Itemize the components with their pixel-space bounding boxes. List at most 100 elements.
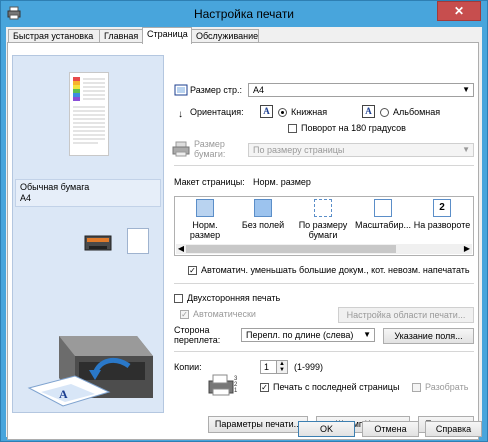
layout-item-label: Масштабир... bbox=[355, 220, 412, 230]
scroll-thumb[interactable] bbox=[186, 245, 396, 253]
page-layout-current: Норм. размер bbox=[253, 177, 311, 187]
paper-size-value: По размеру страницы bbox=[253, 145, 345, 155]
layout-scaled[interactable]: Масштабир... bbox=[355, 199, 411, 230]
page-setup-panel: Обычная бумага A4 A Размер стр.: A4 ▼ ↓ … bbox=[7, 42, 479, 440]
paper-size-text: A4 bbox=[20, 193, 32, 203]
binding-label-line1: Сторона bbox=[174, 325, 210, 335]
preview-pane: Обычная бумага A4 A bbox=[12, 55, 164, 413]
print-settings-window: Настройка печати ✕ Быстрая установка Гла… bbox=[0, 0, 488, 442]
page-layout-label: Макет страницы: bbox=[174, 177, 245, 187]
duplex-auto-checkbox[interactable]: ✓ bbox=[180, 310, 189, 319]
tab-strip: Быстрая установка Главная Страница Обслу… bbox=[6, 27, 482, 44]
layout-item-label: Без полей bbox=[241, 220, 285, 230]
divider bbox=[174, 165, 474, 166]
page-size-label: Размер стр.: bbox=[190, 85, 243, 95]
duplex-checkbox[interactable] bbox=[174, 294, 183, 303]
layout-item-label: По размеру bbox=[298, 220, 348, 230]
window-title: Настройка печати bbox=[193, 7, 295, 21]
dialog-client: Быстрая установка Главная Страница Обслу… bbox=[6, 27, 482, 440]
binding-side-value: Перепл. по длине (слева) bbox=[246, 330, 354, 340]
chevron-down-icon: ▼ bbox=[462, 85, 470, 94]
paper-size-label: Размер бумаги: bbox=[194, 139, 225, 159]
two-pages-icon: 2 bbox=[433, 199, 451, 217]
duplex-auto-label[interactable]: Автоматически bbox=[193, 309, 256, 319]
layout-scrollbar[interactable]: ◀ ▶ bbox=[176, 244, 472, 254]
landscape-icon: A bbox=[362, 105, 375, 118]
binding-label-line2: переплета: bbox=[174, 335, 221, 345]
document-preview bbox=[69, 72, 109, 156]
divider bbox=[174, 351, 474, 352]
binding-side-label: Сторона переплета: bbox=[174, 325, 220, 345]
page-size-icon bbox=[174, 84, 188, 96]
printer-illustration: A bbox=[27, 336, 153, 407]
close-button[interactable]: ✕ bbox=[437, 1, 481, 21]
landscape-radio[interactable] bbox=[380, 108, 389, 117]
layout-normal-size[interactable]: Норм. размер bbox=[181, 199, 229, 240]
chevron-down-icon: ▼ bbox=[462, 145, 470, 154]
binding-side-select[interactable]: Перепл. по длине (слева) ▼ bbox=[241, 328, 375, 342]
duplex-label[interactable]: Двухсторонняя печать bbox=[187, 293, 280, 303]
layout-item-label: Норм. bbox=[192, 220, 218, 230]
cancel-button[interactable]: Отмена bbox=[362, 421, 419, 437]
layout-page-layout[interactable]: 2 На развороте bbox=[413, 199, 471, 230]
tab-main[interactable]: Главная bbox=[99, 29, 143, 43]
svg-text:A: A bbox=[59, 387, 68, 401]
copies-spinner[interactable]: 1 ▲ ▼ bbox=[260, 360, 288, 374]
paper-size-select[interactable]: По размеру страницы ▼ bbox=[248, 143, 474, 157]
portrait-icon: A bbox=[260, 105, 273, 118]
copies-stack-icon: 3 2 1 bbox=[208, 374, 238, 396]
ok-button[interactable]: OK bbox=[298, 421, 355, 437]
paper-type-text: Обычная бумага bbox=[20, 182, 90, 192]
portrait-radio[interactable] bbox=[278, 108, 287, 117]
layout-item-label: На развороте bbox=[413, 220, 471, 230]
print-options-button[interactable]: Параметры печати... bbox=[208, 416, 308, 433]
copies-value: 1 bbox=[264, 362, 270, 372]
collate-label[interactable]: Разобрать bbox=[425, 382, 468, 392]
scaled-icon bbox=[374, 199, 392, 217]
page-layout-list[interactable]: Норм. размер Без полей По размеру бумаги… bbox=[174, 196, 474, 256]
paper-info-box: Обычная бумага A4 bbox=[15, 179, 161, 207]
collate-checkbox[interactable] bbox=[412, 383, 421, 392]
svg-text:1: 1 bbox=[234, 388, 238, 394]
spin-down-icon[interactable]: ▼ bbox=[277, 367, 287, 373]
paper-size-printer-icon bbox=[172, 141, 190, 157]
normal-size-icon bbox=[196, 199, 214, 217]
scroll-right-icon[interactable]: ▶ bbox=[462, 244, 472, 254]
title-bar[interactable]: Настройка печати ✕ bbox=[1, 1, 487, 27]
preview-page-graphic bbox=[73, 77, 105, 144]
paper-size-label-line2: бумаги: bbox=[194, 149, 226, 159]
divider bbox=[174, 283, 474, 284]
last-page-first-checkbox[interactable]: ✓ bbox=[260, 383, 269, 392]
specify-margin-button[interactable]: Указание поля... bbox=[383, 328, 474, 344]
borderless-icon bbox=[254, 199, 272, 217]
copies-range: (1-999) bbox=[294, 362, 324, 372]
orientation-label: Ориентация: bbox=[190, 107, 244, 117]
layout-fit-to-paper[interactable]: По размеру бумаги bbox=[297, 199, 349, 240]
scroll-left-icon[interactable]: ◀ bbox=[176, 244, 186, 254]
page-size-value: A4 bbox=[253, 85, 265, 95]
layout-item-label: размер bbox=[189, 230, 221, 240]
last-page-first-label[interactable]: Печать с последней страницы bbox=[273, 382, 399, 392]
copies-label: Копии: bbox=[174, 362, 202, 372]
layout-borderless[interactable]: Без полей bbox=[239, 199, 287, 230]
portrait-label[interactable]: Книжная bbox=[291, 107, 327, 117]
chevron-down-icon: ▼ bbox=[363, 330, 371, 339]
page-size-select[interactable]: A4 ▼ bbox=[248, 83, 474, 97]
tab-page-setup[interactable]: Страница bbox=[142, 27, 192, 44]
landscape-label[interactable]: Альбомная bbox=[393, 107, 440, 117]
layout-item-label: бумаги bbox=[308, 230, 338, 240]
tab-quick-setup[interactable]: Быстрая установка bbox=[8, 29, 100, 43]
paper-size-label-line1: Размер bbox=[194, 139, 225, 149]
printer-small-icon bbox=[84, 235, 112, 251]
fit-to-paper-icon bbox=[314, 199, 332, 217]
print-area-setup-button[interactable]: Настройка области печати... bbox=[338, 307, 474, 323]
tab-maintenance[interactable]: Обслуживание bbox=[191, 29, 259, 43]
rotate-180-checkbox[interactable] bbox=[288, 124, 297, 133]
copies-spinner-buttons[interactable]: ▲ ▼ bbox=[276, 361, 287, 373]
auto-reduce-label[interactable]: Автоматич. уменьшать большие докум., кот… bbox=[201, 265, 470, 275]
rotate-180-label[interactable]: Поворот на 180 градусов bbox=[301, 123, 406, 133]
orientation-arrow-icon: ↓ bbox=[178, 109, 183, 120]
paper-small-icon bbox=[127, 228, 149, 254]
help-button[interactable]: Справка bbox=[425, 421, 482, 437]
auto-reduce-checkbox[interactable]: ✓ bbox=[188, 266, 197, 275]
